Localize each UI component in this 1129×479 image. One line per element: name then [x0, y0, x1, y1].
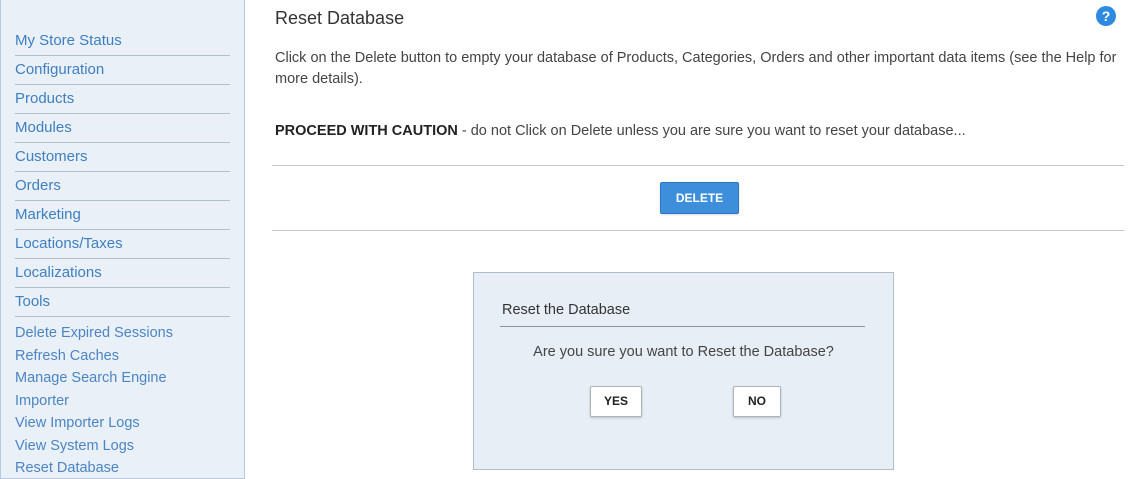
caution-heading: PROCEED WITH CAUTION: [275, 123, 458, 139]
dialog-divider: [500, 326, 865, 327]
submenu-item-view-system-logs[interactable]: View System Logs: [15, 435, 235, 458]
sidebar: My Store Status Configuration Products M…: [0, 0, 245, 479]
submenu-item-delete-expired-sessions[interactable]: Delete Expired Sessions: [15, 322, 235, 345]
submenu-item-importer[interactable]: Importer: [15, 390, 235, 413]
submenu-item-view-importer-logs[interactable]: View Importer Logs: [15, 412, 235, 435]
sidebar-item-configuration[interactable]: Configuration: [15, 56, 230, 85]
sidebar-item-customers[interactable]: Customers: [15, 143, 230, 172]
dialog-question: Are you sure you want to Reset the Datab…: [533, 344, 834, 360]
sidebar-item-modules[interactable]: Modules: [15, 114, 230, 143]
submenu-item-refresh-caches[interactable]: Refresh Caches: [15, 345, 235, 368]
sidebar-item-localizations[interactable]: Localizations: [15, 259, 230, 288]
divider-top: [272, 165, 1124, 166]
divider-bottom: [272, 230, 1124, 231]
dialog-title: Reset the Database: [502, 302, 631, 318]
page-title: Reset Database: [275, 8, 405, 28]
caution-detail: - do not Click on Delete unless you are …: [457, 123, 966, 139]
submenu-item-manage-search-engine[interactable]: Manage Search Engine: [15, 367, 235, 390]
help-icon[interactable]: ?: [1096, 6, 1116, 26]
caution-text: PROCEED WITH CAUTION - do not Click on D…: [275, 121, 1125, 141]
yes-button[interactable]: YES: [590, 386, 642, 417]
sidebar-item-locations-taxes[interactable]: Locations/Taxes: [15, 230, 230, 259]
no-button[interactable]: NO: [733, 386, 781, 417]
sidebar-item-orders[interactable]: Orders: [15, 172, 230, 201]
tools-submenu: Delete Expired Sessions Refresh Caches M…: [15, 322, 235, 479]
confirm-dialog: Reset the Database Are you sure you want…: [473, 272, 894, 470]
sidebar-menu: My Store Status Configuration Products M…: [15, 27, 230, 317]
sidebar-item-tools[interactable]: Tools: [15, 288, 230, 317]
sidebar-item-my-store-status[interactable]: My Store Status: [15, 27, 230, 56]
submenu-item-reset-database[interactable]: Reset Database: [15, 457, 235, 479]
sidebar-item-marketing[interactable]: Marketing: [15, 201, 230, 230]
delete-button[interactable]: DELETE: [660, 182, 739, 214]
sidebar-item-products[interactable]: Products: [15, 85, 230, 114]
intro-text: Click on the Delete button to empty your…: [275, 50, 1117, 87]
